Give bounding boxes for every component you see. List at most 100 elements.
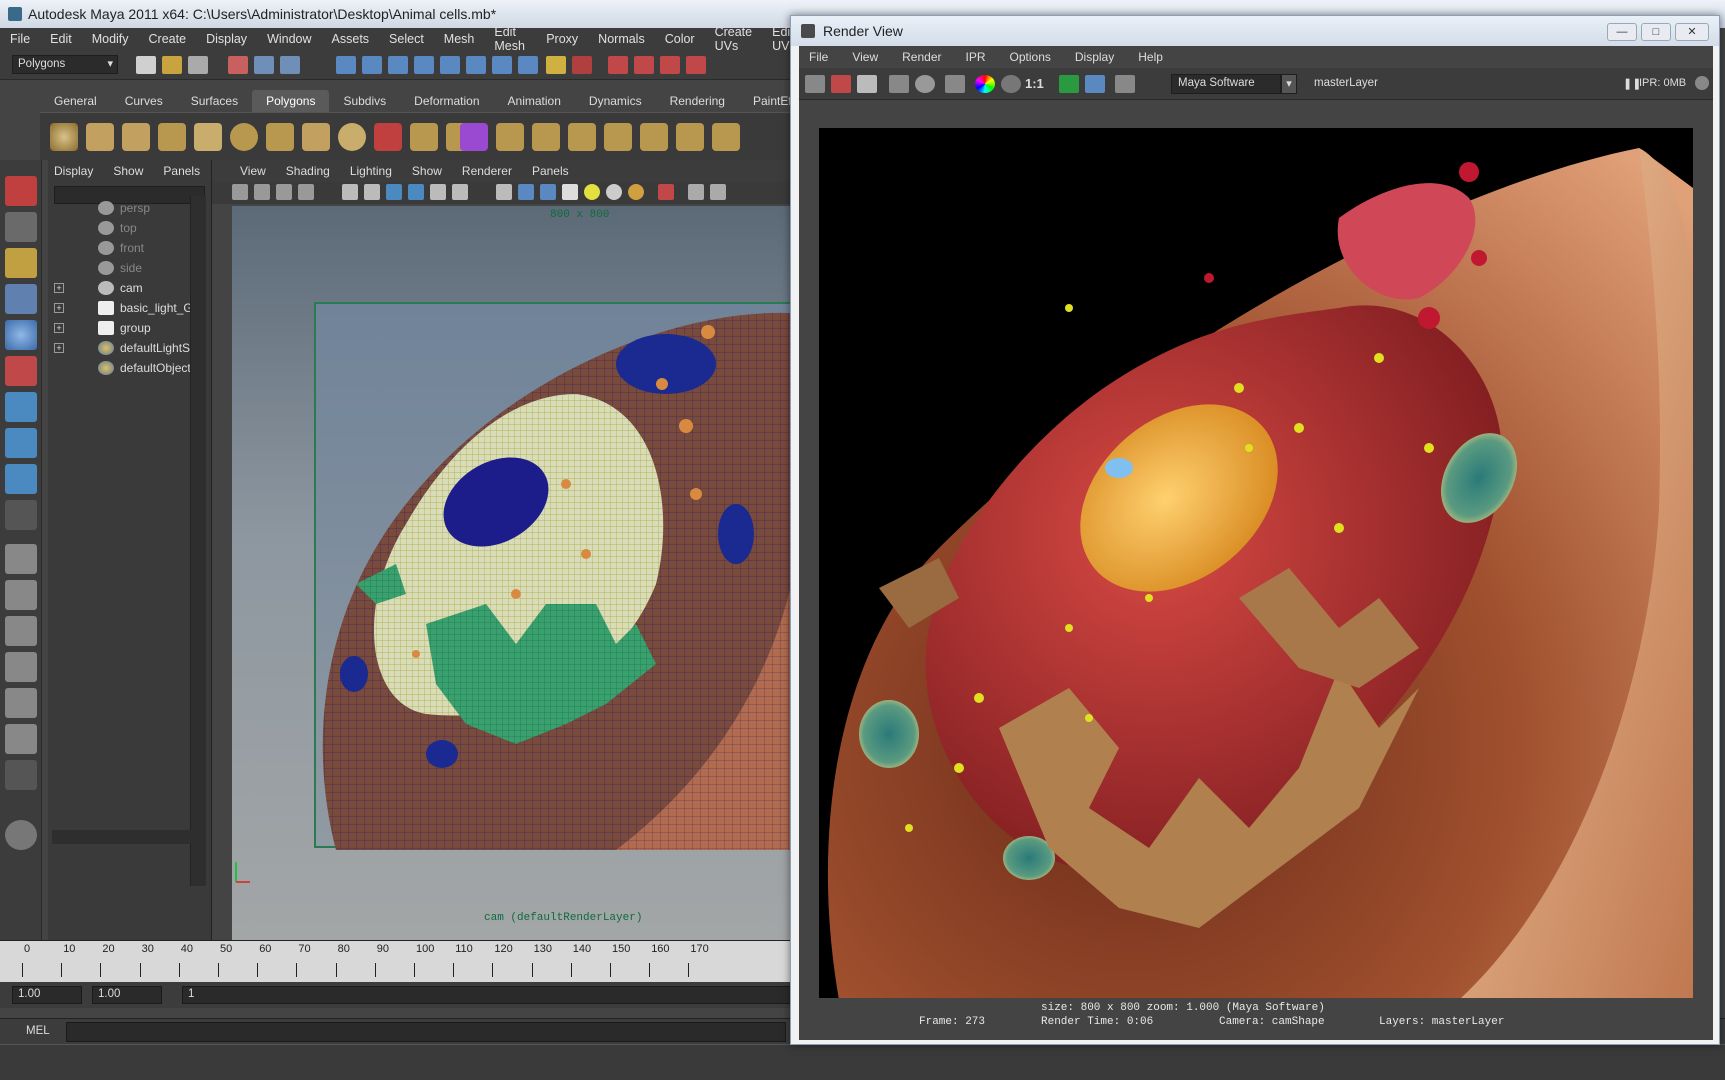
rv-menu-ipr[interactable]: IPR: [966, 50, 986, 64]
viewport-menu-show[interactable]: Show: [412, 164, 442, 178]
poly-prism-icon[interactable]: [266, 123, 294, 151]
time-slider[interactable]: 0 10 20 30 40 50 60 70 80 90 100 110 120 130 140 150 160…: [0, 940, 800, 982]
rv-menu-render[interactable]: Render: [902, 50, 941, 64]
rv-menu-help[interactable]: Help: [1138, 50, 1163, 64]
tab-subdivs[interactable]: Subdivs: [329, 90, 400, 112]
outliner-item-side[interactable]: side: [48, 258, 208, 278]
redo-render-icon[interactable]: [805, 75, 825, 93]
separate-icon[interactable]: [410, 123, 438, 151]
layout-four-icon[interactable]: [5, 580, 37, 610]
menu-mesh[interactable]: Mesh: [444, 32, 475, 46]
poly-plane-icon[interactable]: [194, 123, 222, 151]
save-scene-icon[interactable]: [188, 56, 208, 74]
layout-single-icon[interactable]: [5, 544, 37, 574]
xray-icon[interactable]: [430, 184, 446, 200]
poly-helix-icon[interactable]: [338, 123, 366, 151]
outliner-h-scrollbar[interactable]: [52, 830, 192, 844]
textured-cube-icon[interactable]: [540, 184, 556, 200]
expand-toggle[interactable]: +: [54, 343, 64, 353]
tab-general[interactable]: General: [40, 90, 111, 112]
viewport-menu-renderer[interactable]: Renderer: [462, 164, 512, 178]
menu-select[interactable]: Select: [389, 32, 424, 46]
menu-create[interactable]: Create: [149, 32, 187, 46]
remove-image-icon[interactable]: [1085, 75, 1105, 93]
construction-icon[interactable]: [492, 56, 512, 74]
poly-torus-icon[interactable]: [230, 123, 258, 151]
select-tool-icon[interactable]: [5, 176, 37, 206]
rv-menu-view[interactable]: View: [852, 50, 878, 64]
rendered-image[interactable]: [819, 128, 1693, 1000]
bevel-icon[interactable]: [640, 123, 668, 151]
film-gate-icon[interactable]: [710, 184, 726, 200]
soft-mod-icon[interactable]: [5, 428, 37, 458]
bookmark-icon[interactable]: [254, 184, 270, 200]
menu-display[interactable]: Display: [206, 32, 247, 46]
lasso-tool-icon[interactable]: [5, 212, 37, 242]
tool-settings-icon[interactable]: [5, 820, 37, 850]
help-icon[interactable]: [518, 56, 538, 74]
alpha-channel-icon[interactable]: [1001, 75, 1021, 93]
all-lights-icon[interactable]: [606, 184, 622, 200]
select-hierarchy-icon[interactable]: [228, 56, 248, 74]
hypershade-icon[interactable]: [660, 56, 680, 74]
menu-assets[interactable]: Assets: [332, 32, 370, 46]
combine-icon[interactable]: [374, 123, 402, 151]
layout-hypershade-icon[interactable]: [5, 688, 37, 718]
snap-point-icon[interactable]: [388, 56, 408, 74]
select-camera-icon[interactable]: [658, 184, 674, 200]
rgb-channel-icon[interactable]: [975, 75, 995, 93]
expand-toggle[interactable]: +: [54, 323, 64, 333]
layout-outliner-icon[interactable]: [5, 616, 37, 646]
maximize-button[interactable]: □: [1641, 23, 1671, 41]
new-scene-icon[interactable]: [136, 56, 156, 74]
bridge-icon[interactable]: [532, 123, 560, 151]
poly-cube-icon[interactable]: [86, 123, 114, 151]
paint-select-icon[interactable]: [5, 248, 37, 278]
outliner-scrollbar[interactable]: [190, 196, 206, 886]
perspective-viewport[interactable]: 800 x 800 cam (defaultRenderLayer): [232, 206, 800, 940]
close-button[interactable]: ✕: [1675, 23, 1709, 41]
tab-curves[interactable]: Curves: [111, 90, 177, 112]
tab-deformation[interactable]: Deformation: [400, 90, 493, 112]
last-tool-icon[interactable]: [5, 500, 37, 530]
history-icon[interactable]: [466, 56, 486, 74]
viewport-menu-panels[interactable]: Panels: [532, 164, 569, 178]
extrude-icon[interactable]: [496, 123, 524, 151]
grid-icon[interactable]: [298, 184, 314, 200]
viewport-menu-lighting[interactable]: Lighting: [350, 164, 392, 178]
select-object-icon[interactable]: [254, 56, 274, 74]
poly-cone-icon[interactable]: [158, 123, 186, 151]
render-layer-icon[interactable]: [1115, 75, 1135, 93]
outliner-item-group[interactable]: + group: [48, 318, 208, 338]
shaded-cube-icon[interactable]: [518, 184, 534, 200]
rv-menu-file[interactable]: File: [809, 50, 828, 64]
poly-pipe-icon[interactable]: [302, 123, 330, 151]
minimize-button[interactable]: —: [1607, 23, 1637, 41]
snapshot-icon[interactable]: [857, 75, 877, 93]
refresh-icon[interactable]: [915, 75, 935, 93]
default-light-icon[interactable]: [584, 184, 600, 200]
tab-rendering[interactable]: Rendering: [656, 90, 739, 112]
real-size-button[interactable]: 1:1: [1025, 76, 1044, 91]
outliner-item-persp[interactable]: persp: [48, 198, 208, 218]
tab-polygons[interactable]: Polygons: [252, 90, 330, 112]
outliner-item-default-light-set[interactable]: + defaultLightSe: [48, 338, 208, 358]
poly-sphere-icon[interactable]: [50, 123, 78, 151]
mel-command-input[interactable]: [66, 1022, 786, 1042]
merge-icon[interactable]: [676, 123, 704, 151]
menu-set-select[interactable]: Polygons: [12, 55, 118, 74]
menu-proxy[interactable]: Proxy: [546, 32, 578, 46]
tab-surfaces[interactable]: Surfaces: [177, 90, 252, 112]
menu-edit[interactable]: Edit: [50, 32, 72, 46]
select-component-icon[interactable]: [280, 56, 300, 74]
menu-create-uvs[interactable]: Create UVs: [715, 25, 753, 53]
layout-render-icon[interactable]: [5, 724, 37, 754]
outliner-menu-show[interactable]: Show: [113, 164, 143, 178]
open-scene-icon[interactable]: [162, 56, 182, 74]
smooth-shade-icon[interactable]: [364, 184, 380, 200]
outliner-menu-display[interactable]: Display: [54, 164, 93, 178]
image-plane-icon[interactable]: [276, 184, 292, 200]
outliner-item-basic-light[interactable]: + basic_light_G: [48, 298, 208, 318]
ipr-render-icon[interactable]: [608, 56, 628, 74]
poly-cylinder-icon[interactable]: [122, 123, 150, 151]
